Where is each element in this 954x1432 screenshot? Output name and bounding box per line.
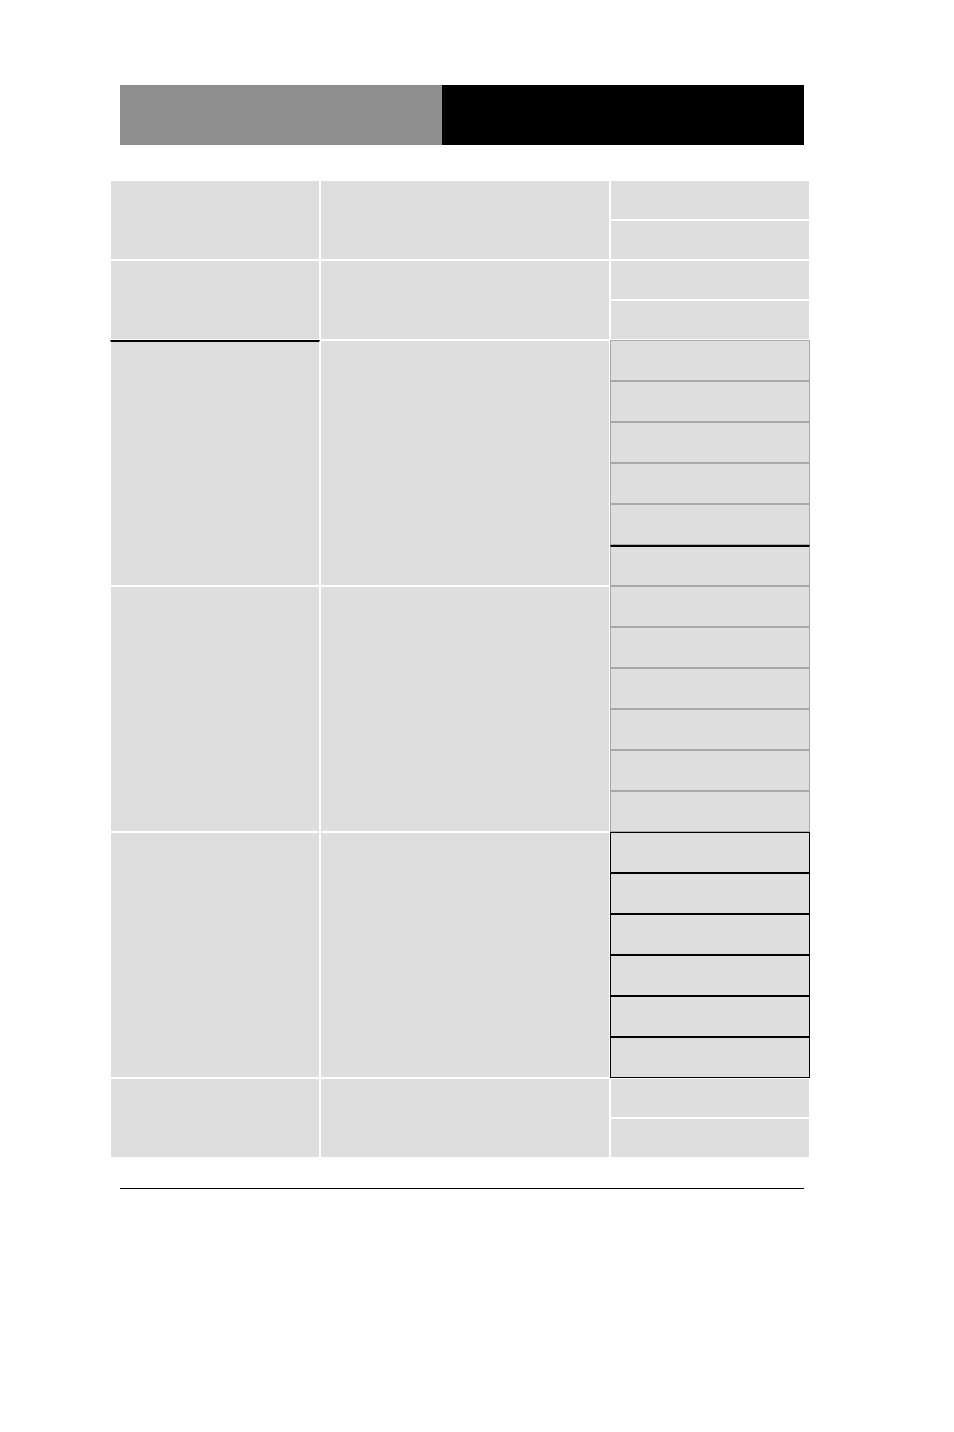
group-3-left [110, 586, 320, 832]
group-3-mid-0 [610, 586, 810, 627]
group-2-mid-1 [610, 381, 810, 422]
group-4-left [110, 832, 320, 1078]
group-4-right [320, 832, 610, 1078]
group-0-mid-0 [610, 180, 810, 220]
group-3-right [320, 586, 610, 832]
group-3-mid-5 [610, 791, 810, 832]
group-3-mid-2 [610, 668, 810, 709]
group-1-mid-1 [610, 300, 810, 340]
group-4-mid-1 [610, 873, 810, 914]
group-1-mid-0 [610, 260, 810, 300]
spec-table [110, 180, 810, 1158]
group-0-left [110, 180, 320, 260]
group-2-mid-3 [610, 463, 810, 504]
group-1-left [110, 260, 320, 340]
group-2-mid-0 [610, 340, 810, 381]
group-3-mid-3 [610, 709, 810, 750]
group-0-right [320, 180, 610, 260]
header-bar [120, 85, 804, 145]
footer-rule [120, 1188, 804, 1189]
group-0-mid-1 [610, 220, 810, 260]
group-5-right [320, 1078, 610, 1158]
group-4-mid-2 [610, 914, 810, 955]
group-3-mid-1 [610, 627, 810, 668]
group-2-mid-4 [610, 504, 810, 545]
group-4-mid-5 [610, 1037, 810, 1078]
group-4-mid-3 [610, 955, 810, 996]
header-left [120, 85, 442, 145]
group-4-mid-0 [610, 832, 810, 873]
group-2-left [110, 340, 320, 586]
group-2-mid-5 [610, 545, 810, 586]
header-right [442, 85, 804, 145]
group-2-mid-2 [610, 422, 810, 463]
group-4-mid-4 [610, 996, 810, 1037]
group-5-mid-1 [610, 1118, 810, 1158]
group-2-right [320, 340, 610, 586]
group-5-mid-0 [610, 1078, 810, 1118]
group-5-left [110, 1078, 320, 1158]
group-1-right [320, 260, 610, 340]
group-3-mid-4 [610, 750, 810, 791]
